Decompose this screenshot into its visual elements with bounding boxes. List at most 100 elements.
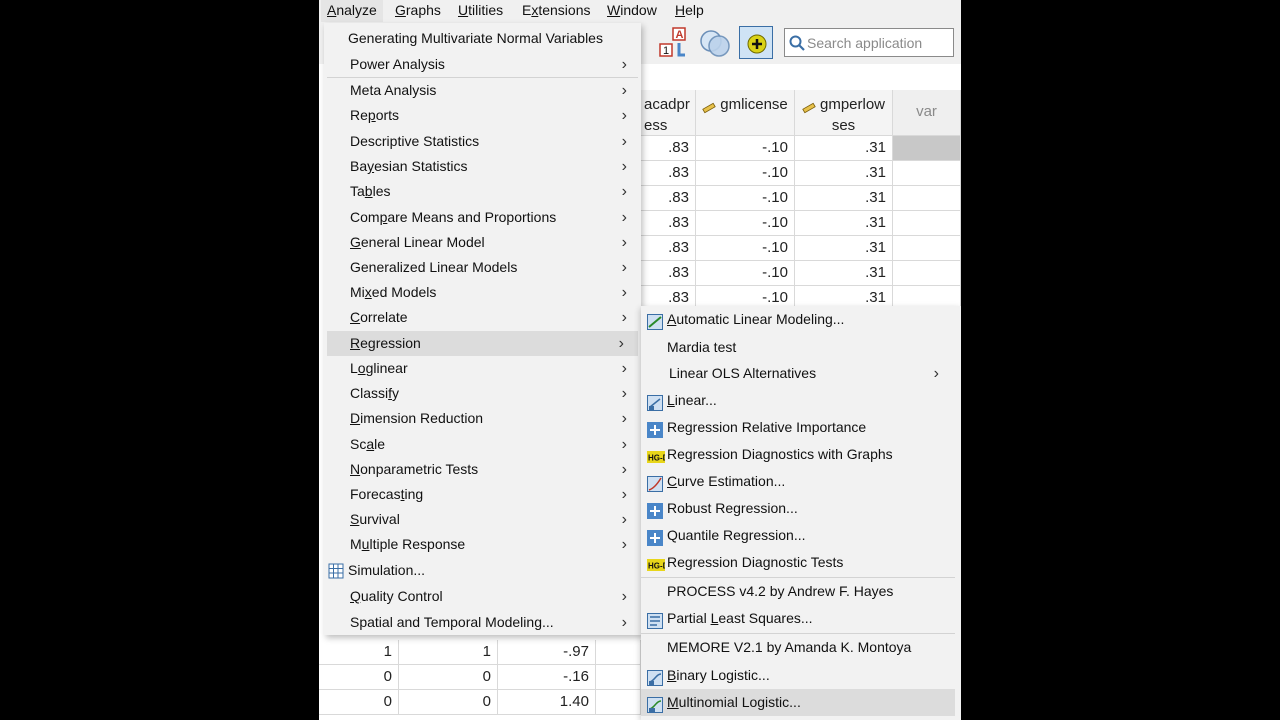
menu-item-dimension-reduction[interactable]: Dimension Reduction › bbox=[324, 406, 641, 431]
menu-item-scale[interactable]: Scale › bbox=[324, 432, 641, 457]
data-cell[interactable]: -.10 bbox=[696, 236, 795, 261]
data-cell[interactable]: -.10 bbox=[696, 136, 795, 161]
data-cell[interactable]: .83 bbox=[641, 211, 696, 236]
menu-item-bayesian-statistics[interactable]: Bayesian Statistics › bbox=[324, 154, 641, 179]
use-variable-sets-icon[interactable] bbox=[698, 28, 732, 58]
data-cell[interactable]: .31 bbox=[795, 136, 893, 161]
data-cell[interactable]: .31 bbox=[795, 186, 893, 211]
menu-item-tables[interactable]: Tables › bbox=[324, 179, 641, 204]
data-cell[interactable]: -.97 bbox=[498, 640, 596, 665]
data-cell[interactable]: -.16 bbox=[498, 665, 596, 690]
menu-item-correlate[interactable]: Correlate › bbox=[324, 305, 641, 330]
data-cell[interactable]: .31 bbox=[795, 261, 893, 286]
empty-var-cell[interactable] bbox=[893, 211, 961, 236]
menu-item-spatial-and-temporal-modeling[interactable]: Spatial and Temporal Modeling... › bbox=[324, 610, 641, 635]
submenu-item-robust-regression[interactable]: Robust Regression... bbox=[641, 495, 955, 522]
menu-item-simulation[interactable]: Simulation... bbox=[324, 558, 641, 583]
data-cell[interactable]: 0 bbox=[319, 665, 399, 690]
chevron-right-icon: › bbox=[618, 335, 624, 352]
data-cell[interactable]: .83 bbox=[641, 261, 696, 286]
menu-utilities[interactable]: Utilities bbox=[452, 0, 509, 22]
submenu-item-regression-diagnostics-with-graphs[interactable]: HG-DRegression Diagnostics with Graphs bbox=[641, 441, 955, 468]
submenu-item-process-v4-2-by-andrew-f-hayes[interactable]: PROCESS v4.2 by Andrew F. Hayes bbox=[641, 578, 955, 605]
menu-item-label: Mixed Models bbox=[350, 284, 437, 300]
menu-graphs[interactable]: Graphs bbox=[389, 0, 447, 22]
empty-var-cell[interactable] bbox=[893, 186, 961, 211]
search-application-input[interactable]: Search application bbox=[784, 28, 954, 57]
data-cell[interactable]: -.10 bbox=[696, 161, 795, 186]
menu-item-quality-control[interactable]: Quality Control › bbox=[324, 584, 641, 609]
menu-item-power-analysis[interactable]: Power Analysis › bbox=[324, 52, 641, 77]
submenu-item-linear-ols-alternatives[interactable]: Linear OLS Alternatives › bbox=[641, 360, 955, 387]
menu-item-label: Power Analysis bbox=[350, 56, 445, 72]
menu-item-multiple-response[interactable]: Multiple Response › bbox=[324, 532, 641, 557]
menu-item-regression[interactable]: Regression › bbox=[327, 331, 638, 356]
data-cell[interactable]: 0 bbox=[399, 665, 498, 690]
empty-var-cell[interactable] bbox=[893, 236, 961, 261]
menu-window[interactable]: Window bbox=[601, 0, 663, 22]
data-cell[interactable] bbox=[596, 690, 641, 715]
empty-var-cell[interactable] bbox=[893, 136, 961, 161]
menu-item-generating-multivariate-normal-variables[interactable]: Generating Multivariate Normal Variables bbox=[324, 26, 641, 51]
menu-item-general-linear-model[interactable]: General Linear Model › bbox=[324, 230, 641, 255]
menu-item-meta-analysis[interactable]: Meta Analysis › bbox=[324, 78, 641, 103]
data-cell[interactable]: .83 bbox=[641, 136, 696, 161]
menu-extensions[interactable]: Extensions bbox=[516, 0, 597, 22]
auto-linear-icon bbox=[647, 312, 663, 330]
menu-item-label: Forecasting bbox=[350, 486, 424, 502]
data-cell[interactable]: -.10 bbox=[696, 211, 795, 236]
submenu-item-partial-least-squares[interactable]: Partial Least Squares... bbox=[641, 605, 955, 632]
empty-var-cell[interactable] bbox=[893, 161, 961, 186]
submenu-item-quantile-regression[interactable]: Quantile Regression... bbox=[641, 522, 955, 549]
submenu-item-memore-v2-1-by-amanda-k-montoya[interactable]: MEMORE V2.1 by Amanda K. Montoya bbox=[641, 634, 955, 661]
menu-item-label: Dimension Reduction bbox=[350, 410, 484, 426]
data-cell[interactable] bbox=[596, 640, 641, 665]
submenu-item-label: Binary Logistic... bbox=[667, 667, 770, 683]
empty-var-cell[interactable] bbox=[893, 261, 961, 286]
column-header-gmperlowses[interactable]: gmperlow ses bbox=[795, 90, 893, 136]
spss-data-editor-window: Analyze Graphs Utilities Extensions Wind… bbox=[319, 0, 961, 720]
data-cell[interactable]: 1 bbox=[319, 640, 399, 665]
submenu-item-mardia-test[interactable]: Mardia test bbox=[641, 334, 955, 361]
data-cell[interactable]: .31 bbox=[795, 161, 893, 186]
menu-item-reports[interactable]: Reports › bbox=[324, 103, 641, 128]
menu-item-mixed-models[interactable]: Mixed Models › bbox=[324, 280, 641, 305]
menu-item-forecasting[interactable]: Forecasting › bbox=[324, 482, 641, 507]
data-cell[interactable]: -.10 bbox=[696, 186, 795, 211]
column-header-gmlicense[interactable]: gmlicense bbox=[696, 90, 795, 136]
submenu-item-multinomial-logistic[interactable]: Multinomial Logistic... bbox=[641, 689, 955, 716]
menu-item-compare-means-and-proportions[interactable]: Compare Means and Proportions › bbox=[324, 205, 641, 230]
data-cell[interactable]: .31 bbox=[795, 211, 893, 236]
data-cell[interactable]: 1 bbox=[399, 640, 498, 665]
submenu-item-regression-diagnostic-tests[interactable]: HG-DRegression Diagnostic Tests bbox=[641, 549, 955, 576]
chevron-right-icon: › bbox=[621, 107, 627, 124]
data-cell[interactable] bbox=[596, 665, 641, 690]
submenu-item-automatic-linear-modeling[interactable]: Automatic Linear Modeling... bbox=[641, 306, 955, 333]
submenu-item-linear[interactable]: Linear... bbox=[641, 387, 955, 414]
data-cell[interactable]: 1.40 bbox=[498, 690, 596, 715]
menu-analyze[interactable]: Analyze bbox=[321, 0, 383, 22]
data-cell[interactable]: .31 bbox=[795, 236, 893, 261]
menu-item-classify[interactable]: Classify › bbox=[324, 381, 641, 406]
submenu-item-curve-estimation[interactable]: Curve Estimation... bbox=[641, 468, 955, 495]
data-cell[interactable]: 0 bbox=[399, 690, 498, 715]
menu-help[interactable]: Help bbox=[669, 0, 710, 22]
column-header-acadpress[interactable]: acadpr ess bbox=[641, 90, 696, 136]
menu-item-generalized-linear-models[interactable]: Generalized Linear Models › bbox=[324, 255, 641, 280]
submenu-item-label: Regression Relative Importance bbox=[667, 419, 867, 435]
menu-item-descriptive-statistics[interactable]: Descriptive Statistics › bbox=[324, 129, 641, 154]
value-labels-icon[interactable]: A 1 bbox=[659, 27, 689, 59]
data-cell[interactable]: .83 bbox=[641, 236, 696, 261]
menu-item-nonparametric-tests[interactable]: Nonparametric Tests › bbox=[324, 457, 641, 482]
menu-item-loglinear[interactable]: Loglinear › bbox=[324, 356, 641, 381]
column-header-var[interactable]: var bbox=[893, 90, 961, 136]
customize-toolbar-icon[interactable] bbox=[739, 26, 773, 59]
submenu-item-regression-relative-importance[interactable]: Regression Relative Importance bbox=[641, 414, 955, 441]
data-cell[interactable]: 0 bbox=[319, 690, 399, 715]
data-cell[interactable]: -.10 bbox=[696, 261, 795, 286]
submenu-item-binary-logistic[interactable]: Binary Logistic... bbox=[641, 662, 955, 689]
menu-item-label: Bayesian Statistics bbox=[350, 158, 468, 174]
data-cell[interactable]: .83 bbox=[641, 186, 696, 211]
menu-item-survival[interactable]: Survival › bbox=[324, 507, 641, 532]
data-cell[interactable]: .83 bbox=[641, 161, 696, 186]
